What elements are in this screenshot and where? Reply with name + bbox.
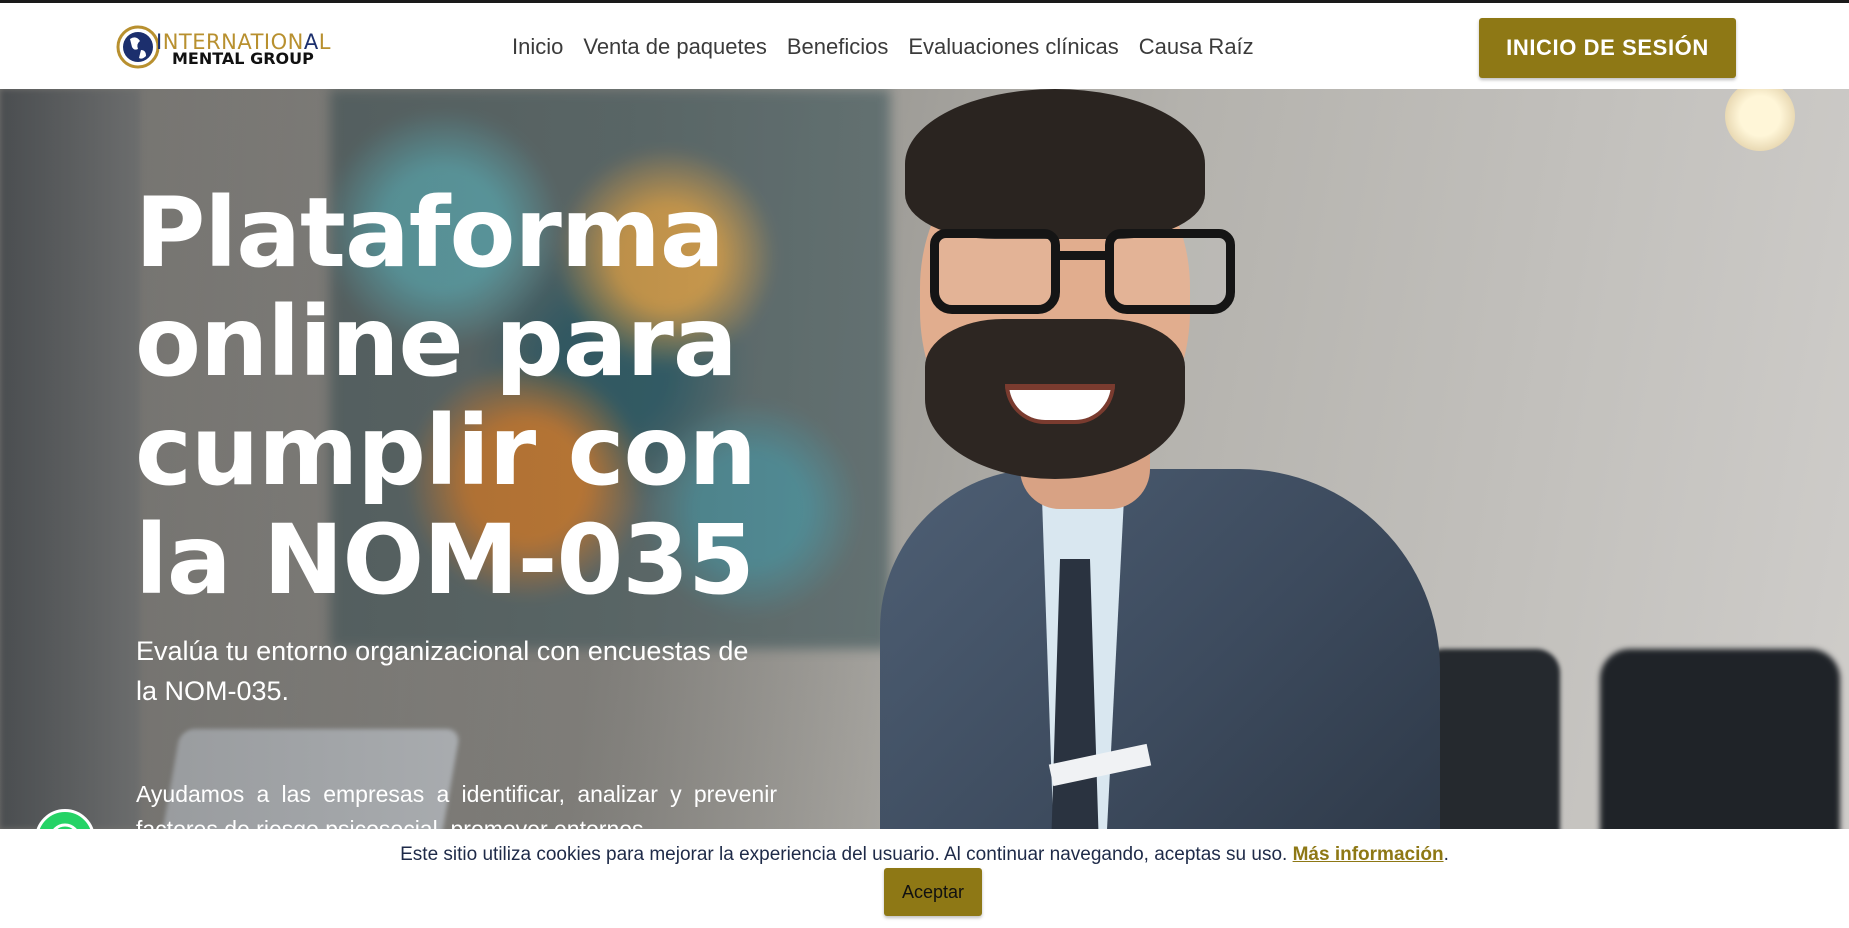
globe-logo-icon [116, 25, 160, 69]
site-logo[interactable]: INTERNATIONAL MENTAL GROUP [116, 23, 370, 73]
nav-inicio[interactable]: Inicio [508, 34, 573, 60]
hero-section: Plataforma online para cumplir con la NO… [0, 89, 1849, 829]
hero-title-line: cumplir con [135, 395, 757, 507]
cookie-banner: Este sitio utiliza cookies para mejorar … [0, 829, 1849, 928]
hero-background-lamp [1725, 89, 1795, 151]
more-info-link[interactable]: Más información [1293, 844, 1444, 865]
hero-title-line: la NOM-035 [135, 504, 755, 616]
login-button[interactable]: INICIO DE SESIÓN [1479, 18, 1736, 78]
nav-venta-de-paquetes[interactable]: Venta de paquetes [573, 34, 777, 60]
nav-beneficios[interactable]: Beneficios [777, 34, 899, 60]
cookie-text: Este sitio utiliza cookies para mejorar … [400, 844, 1288, 865]
hero-subtitle: Evalúa tu entorno organizacional con enc… [136, 636, 749, 706]
hero-title-line: online para [135, 286, 738, 398]
nav-causa-raiz[interactable]: Causa Raíz [1129, 34, 1264, 60]
cookie-period: . [1443, 844, 1449, 865]
accept-cookies-button[interactable]: Aceptar [884, 868, 982, 916]
main-nav: Inicio Venta de paquetes Beneficios Eval… [508, 34, 1264, 60]
logo-text-mental-group: MENTAL GROUP [172, 49, 314, 68]
hero-person-image [840, 89, 1460, 829]
hero-background-chair [1600, 649, 1840, 829]
cookie-message: Este sitio utiliza cookies para mejorar … [0, 844, 1849, 866]
hero-title: Plataforma online para cumplir con la NO… [135, 179, 775, 615]
nav-evaluaciones-clinicas[interactable]: Evaluaciones clínicas [898, 34, 1128, 60]
site-header: INTERNATIONAL MENTAL GROUP Inicio Venta … [0, 0, 1849, 89]
hero-title-line: Plataforma [135, 177, 725, 289]
